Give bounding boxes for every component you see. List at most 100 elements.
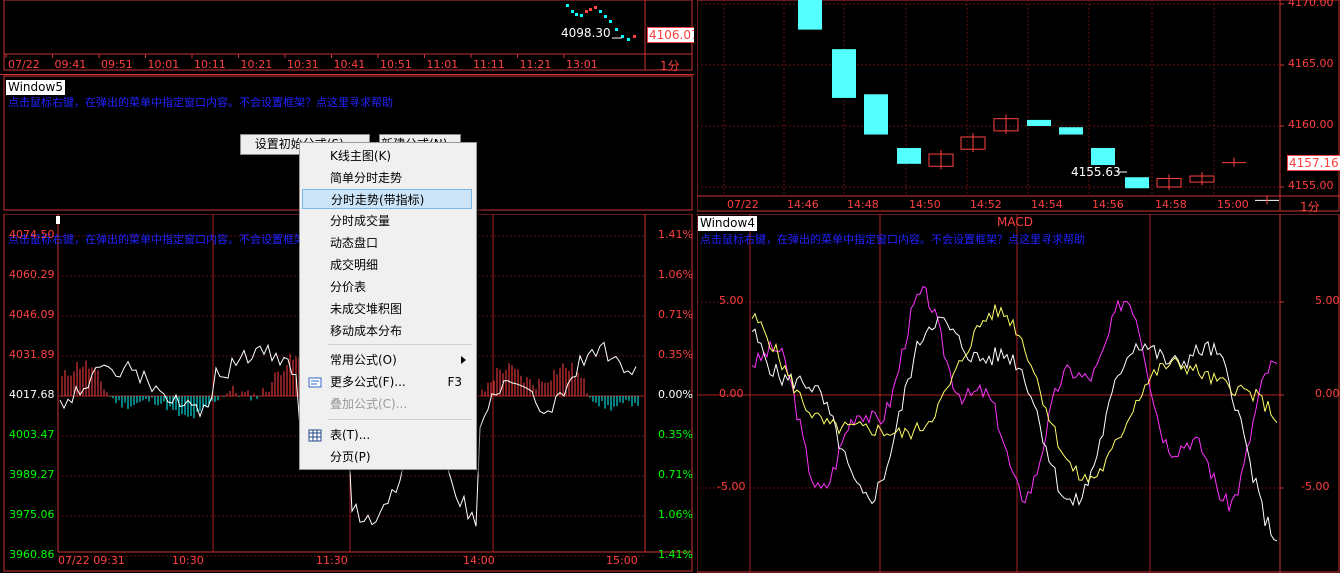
time-label: 10:30 — [172, 554, 204, 567]
window4[interactable]: Window4 MACD 点击鼠标右键，在弹出的菜单中指定窗口内容。不会设置框架… — [697, 214, 1340, 573]
menu-item-label: 叠加公式(C)... — [330, 397, 408, 411]
time-label: 13:01 — [566, 58, 598, 71]
price-point — [599, 10, 602, 13]
menu-item[interactable]: 分页(P) — [302, 447, 472, 467]
menu-item-label: 常用公式(O) — [330, 353, 397, 367]
menu-item-shortcut: F3 — [447, 375, 462, 389]
menu-item-label: K线主图(K) — [330, 149, 392, 163]
percent-label: 0.35% — [658, 348, 693, 361]
time-label: 14:56 — [1092, 198, 1124, 211]
candle-down — [1027, 119, 1051, 126]
macd-chart — [697, 214, 1340, 573]
candle-down — [1059, 127, 1083, 135]
menu-item-label: 成交明细 — [330, 258, 379, 272]
window-top-right[interactable]: 4155.63 4157.16 1分 4170.00 4165.00 4160.00… — [697, 0, 1340, 212]
price-label: 4003.47 — [9, 428, 55, 441]
candle-down — [798, 0, 822, 30]
time-label: 11:30 — [316, 554, 348, 567]
price-point — [594, 6, 597, 9]
menu-item[interactable]: 动态盘口 — [302, 233, 472, 253]
menu-item[interactable]: 成交明细 — [302, 255, 472, 275]
price-point — [575, 13, 578, 16]
time-label: 11:21 — [519, 58, 552, 71]
table-icon — [308, 428, 322, 442]
menu-item[interactable]: 常用公式(O) — [302, 350, 472, 370]
window5-help-link[interactable]: 点击鼠标右键，在弹出的菜单中指定窗口内容。不会设置框架？点这里寻求帮助 — [8, 96, 393, 110]
price-tag: 4157.16 — [1287, 155, 1340, 171]
submenu-arrow-icon — [461, 356, 466, 364]
cursor-marker — [56, 216, 60, 224]
dif-line — [751, 316, 1278, 542]
window-top-left[interactable]: 4098.30 4106.07 1分 07/22 09:41 09:51 10:01 1… — [0, 0, 694, 72]
time-label: 14:50 — [909, 198, 941, 211]
price-label: 4060.29 — [9, 268, 55, 281]
candle-down — [897, 147, 921, 164]
histogram-line — [751, 285, 1278, 512]
time-label: 07/22 — [727, 198, 759, 211]
window4-help-link[interactable]: 点击鼠标右键，在弹出的菜单中指定窗口内容。不会设置框架？点这里寻求帮助 — [700, 233, 1085, 247]
menu-separator — [328, 344, 472, 345]
time-label: 10:21 — [240, 58, 273, 71]
price-label: 4017.68 — [9, 388, 55, 401]
price-label: 4046.09 — [9, 308, 55, 321]
time-label: 11:01 — [426, 58, 459, 71]
menu-item: 叠加公式(C)... — [302, 394, 472, 414]
time-label: 15:00 — [1217, 198, 1249, 211]
menu-item-label: 分时走势(带指标) — [331, 193, 425, 207]
window5-title: Window5 — [6, 80, 65, 95]
menu-item[interactable]: 分价表 — [302, 277, 472, 297]
percent-label: 0.35% — [658, 428, 693, 441]
time-label: 11:11 — [473, 58, 505, 71]
menu-item[interactable]: 表(T)... — [302, 425, 472, 445]
price-label: 3960.86 — [9, 548, 55, 561]
dea-line — [751, 304, 1278, 483]
price-point — [609, 20, 612, 23]
time-label: 14:48 — [847, 198, 879, 211]
time-label: 14:00 — [463, 554, 495, 567]
time-label: 10:01 — [147, 58, 180, 71]
macd-label: 5.00 — [719, 294, 744, 307]
time-label: 14:58 — [1155, 198, 1187, 211]
menu-item[interactable]: K线主图(K) — [302, 146, 472, 166]
menu-item-label: 分页(P) — [330, 450, 371, 464]
menu-item[interactable]: 未成交堆积图 — [302, 299, 472, 319]
price-point — [571, 10, 574, 13]
price-label: 3989.27 — [9, 468, 55, 481]
time-label: 09:41 — [54, 58, 87, 71]
price-point — [604, 15, 607, 18]
price-label: 4155.00 — [1288, 179, 1334, 192]
menu-item[interactable]: 更多公式(F)... F3 — [302, 372, 472, 392]
price-point — [633, 35, 636, 38]
macd-label: 0.00 — [719, 387, 744, 400]
price-label: 4074.50 — [9, 228, 55, 241]
period-label: 1分 — [1300, 200, 1320, 212]
period-label: 1分 — [660, 59, 680, 72]
percent-label: 0.71% — [658, 308, 693, 321]
price-label: 4031.89 — [9, 348, 55, 361]
window4-title: Window4 — [698, 216, 757, 231]
callout-label: 4155.63 — [1071, 165, 1121, 179]
price-label: 4165.00 — [1288, 57, 1334, 70]
macd-label: -5.00 — [717, 480, 746, 493]
percent-label: 1.06% — [658, 508, 693, 521]
menu-item[interactable]: 分时走势(带指标) — [302, 189, 472, 209]
menu-separator — [328, 419, 472, 420]
macd-label: 0.00 — [1315, 387, 1340, 400]
formula-icon — [308, 375, 322, 388]
callout-label: 4098.30 — [561, 26, 611, 40]
time-label: 10:51 — [380, 58, 412, 71]
menu-item[interactable]: 简单分时走势 — [302, 168, 472, 188]
candle-down — [832, 49, 856, 98]
price-point — [585, 10, 588, 13]
price-point — [566, 4, 569, 7]
time-label: 07/22 09:31 — [58, 554, 125, 567]
time-label: 07/22 — [8, 58, 40, 71]
frame — [697, 214, 1340, 573]
macd-label: -5.00 — [1301, 480, 1330, 493]
menu-item[interactable]: 移动成本分布 — [302, 321, 472, 341]
price-label: 4160.00 — [1288, 118, 1334, 131]
time-label: 10:41 — [333, 58, 366, 71]
menu-item[interactable]: 分时成交量 — [302, 211, 472, 231]
percent-label: 0.00% — [658, 388, 693, 401]
time-label: 10:31 — [287, 58, 319, 71]
